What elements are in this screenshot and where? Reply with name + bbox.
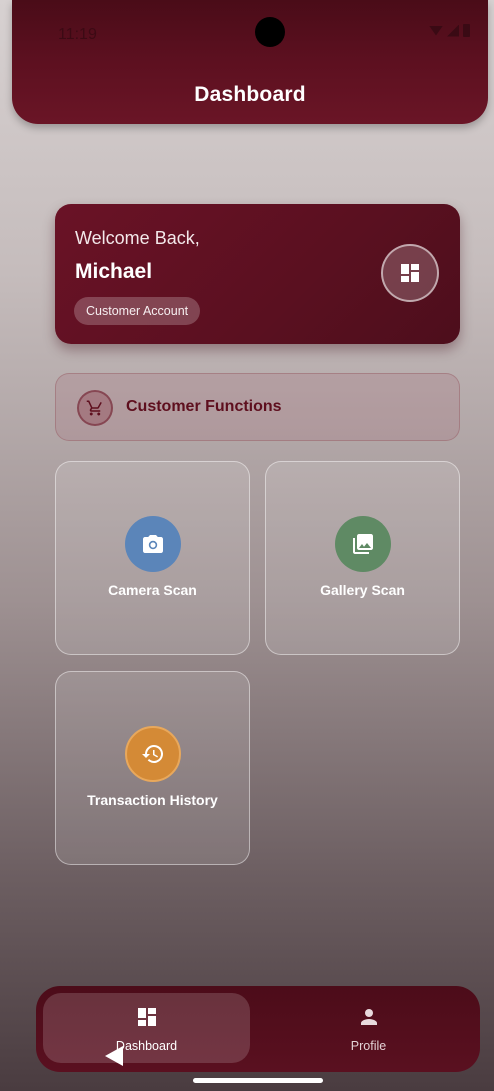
- nav-label: Profile: [350, 1039, 387, 1053]
- app-screen: 11:19 Dashboard Welcome Back, Michael Cu…: [0, 0, 494, 1091]
- dashboard-icon: [137, 1008, 156, 1026]
- camera-icon: [125, 516, 181, 572]
- battery-icon: [463, 24, 470, 37]
- account-type-badge: Customer Account: [74, 297, 201, 325]
- person-icon: [360, 1009, 377, 1025]
- status-time: 11:19: [58, 26, 97, 43]
- front-camera: [255, 17, 285, 47]
- transaction-history-tile[interactable]: Transaction History: [55, 671, 250, 865]
- bottom-navigation: Dashboard Profile: [36, 986, 480, 1072]
- user-name: Michael: [75, 260, 153, 283]
- home-gesture-bar[interactable]: [193, 1078, 323, 1083]
- gallery-scan-tile[interactable]: Gallery Scan: [265, 461, 460, 655]
- app-bar: 11:19 Dashboard: [12, 0, 488, 124]
- status-icons: [429, 24, 470, 37]
- tile-label: Gallery Scan: [320, 582, 405, 598]
- tile-label: Transaction History: [87, 792, 218, 808]
- history-icon: [125, 726, 181, 782]
- page-title: Dashboard: [194, 83, 306, 106]
- customer-functions-header: Customer Functions: [55, 373, 460, 441]
- tile-label: Camera Scan: [108, 582, 197, 598]
- nav-label: Dashboard: [115, 1039, 178, 1053]
- cart-icon: [77, 390, 113, 426]
- back-icon[interactable]: [105, 1046, 123, 1066]
- section-title: Customer Functions: [126, 398, 282, 415]
- nav-item-profile[interactable]: Profile: [265, 993, 472, 1063]
- welcome-greeting: Welcome Back,: [75, 228, 200, 248]
- nav-item-dashboard[interactable]: Dashboard: [43, 993, 250, 1063]
- welcome-card: Welcome Back, Michael Customer Account: [55, 204, 460, 344]
- camera-scan-tile[interactable]: Camera Scan: [55, 461, 250, 655]
- dashboard-icon: [381, 244, 439, 302]
- signal-icon: [447, 24, 459, 37]
- wifi-icon: [429, 25, 443, 36]
- gallery-icon: [335, 516, 391, 572]
